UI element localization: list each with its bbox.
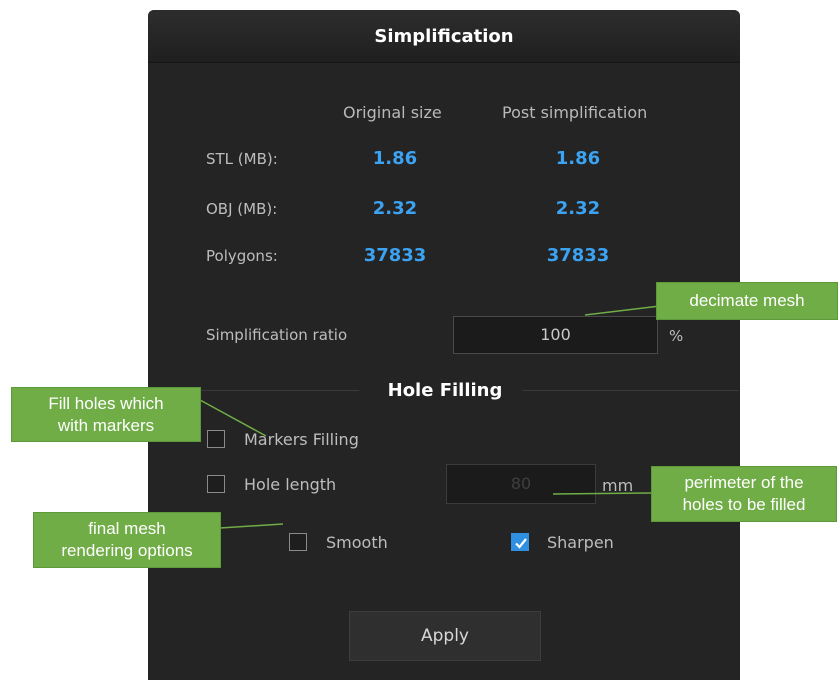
callout-perimeter-line2: holes to be filled xyxy=(682,495,806,514)
hole-length-unit: mm xyxy=(602,476,634,495)
obj-post-value: 2.32 xyxy=(555,198,601,219)
polygons-original-value: 37833 xyxy=(363,245,427,266)
apply-button[interactable]: Apply xyxy=(349,611,541,661)
stl-original-value: 1.86 xyxy=(372,148,418,169)
callout-perimeter-line1: perimeter of the xyxy=(684,473,804,492)
obj-original-value: 2.32 xyxy=(372,198,418,219)
hole-filling-title: Hole Filling xyxy=(387,380,503,401)
column-header-original: Original size xyxy=(343,103,442,122)
callout-final-line2: rendering options xyxy=(61,541,193,560)
column-header-post: Post simplification xyxy=(502,103,648,122)
markers-filling-label: Markers Filling xyxy=(244,430,359,449)
sharpen-label: Sharpen xyxy=(547,533,614,552)
row-label-stl: STL (MB): xyxy=(206,150,278,168)
callout-decimate-text: decimate mesh xyxy=(689,291,805,310)
stl-post-value: 1.86 xyxy=(555,148,601,169)
section-divider-right xyxy=(522,390,739,391)
checkmark-icon xyxy=(515,538,527,549)
simplification-ratio-label: Simplification ratio xyxy=(206,326,348,344)
callout-final-line1: final mesh xyxy=(88,519,166,538)
simplification-ratio-input[interactable]: 100 xyxy=(453,316,658,354)
markers-filling-checkbox[interactable] xyxy=(207,430,225,448)
hole-length-input[interactable]: 80 xyxy=(446,464,596,504)
callout-fill-holes-line1: Fill holes which xyxy=(48,394,164,413)
dialog-title: Simplification xyxy=(374,26,514,47)
smooth-label: Smooth xyxy=(326,533,388,552)
row-label-polygons: Polygons: xyxy=(206,247,278,265)
row-label-obj: OBJ (MB): xyxy=(206,200,278,218)
callout-fill-holes: Fill holes which with markers xyxy=(11,387,201,442)
callout-final-mesh: final mesh rendering options xyxy=(33,512,221,568)
smooth-checkbox[interactable] xyxy=(289,533,307,551)
callout-perimeter: perimeter of the holes to be filled xyxy=(651,466,837,522)
callout-decimate-mesh: decimate mesh xyxy=(656,282,838,320)
hole-length-checkbox[interactable] xyxy=(207,475,225,493)
polygons-post-value: 37833 xyxy=(546,245,610,266)
hole-length-label: Hole length xyxy=(244,475,337,494)
sharpen-checkbox[interactable] xyxy=(511,533,529,551)
dialog-header: Simplification xyxy=(148,10,740,63)
ratio-unit: % xyxy=(669,327,684,345)
callout-fill-holes-line2: with markers xyxy=(57,416,155,435)
